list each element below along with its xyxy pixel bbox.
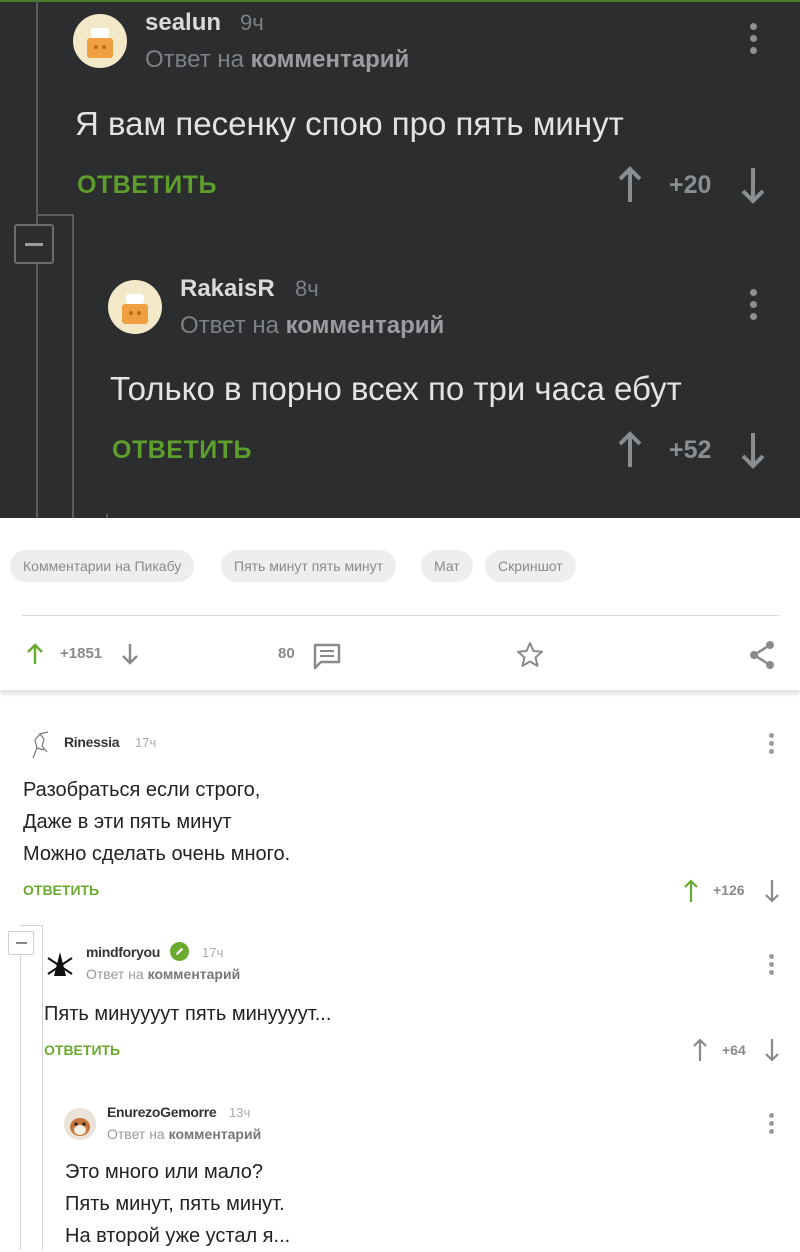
author-name[interactable]: Rinessia	[64, 734, 119, 750]
upvote-icon[interactable]	[26, 643, 44, 665]
comment-text: Разобраться если строго, Даже в эти пять…	[23, 774, 290, 870]
thread-line	[20, 955, 21, 1250]
downvote-icon[interactable]	[740, 431, 766, 469]
reply-prefix: Ответ на	[180, 312, 279, 339]
thread-branch-line	[36, 214, 72, 216]
comment-text: Это много или мало? Пять минут, пять мин…	[65, 1156, 290, 1252]
author-name[interactable]: RakaisR	[180, 275, 275, 303]
avatar[interactable]	[108, 280, 162, 334]
reply-target-link[interactable]: комментарий	[169, 1126, 262, 1142]
downvote-icon[interactable]	[764, 1038, 780, 1062]
comment-text: Я вам песенку спою про пять минут	[75, 105, 624, 142]
avatar[interactable]	[44, 948, 76, 980]
comment-line: Это много или мало?	[65, 1161, 264, 1183]
comment-score: +20	[669, 171, 712, 199]
comment-text: Пять минуууут пять минуууут...	[44, 998, 331, 1030]
comment-score: +52	[669, 436, 712, 464]
reply-to-label: Ответ на комментарий	[86, 966, 240, 982]
reply-prefix: Ответ на	[107, 1126, 165, 1142]
upvote-icon[interactable]	[683, 879, 699, 903]
reply-target-link[interactable]: комментарий	[251, 46, 410, 73]
tag-chip[interactable]: Скриншот	[485, 550, 576, 582]
author-name[interactable]: sealun	[145, 9, 221, 37]
reply-to-label: Ответ на комментарий	[180, 312, 444, 340]
tag-chip[interactable]: Комментарии на Пикабу	[10, 550, 195, 582]
thread-branch-line	[20, 925, 42, 926]
comment-line: Пять минут, пять минут.	[65, 1193, 285, 1215]
comments-icon[interactable]	[312, 642, 342, 670]
thread-line	[72, 214, 74, 518]
comment-score: +64	[722, 1042, 746, 1058]
comment-time: 9ч	[240, 10, 264, 35]
verified-pencil-icon	[170, 942, 189, 961]
share-icon[interactable]	[748, 640, 776, 670]
avatar[interactable]	[28, 730, 54, 760]
more-options-icon[interactable]	[769, 733, 775, 757]
reply-prefix: Ответ на	[86, 966, 144, 982]
comment-score: +126	[713, 882, 745, 898]
tag-chip[interactable]: Мат	[421, 550, 473, 582]
comment-line: Разобраться если строго,	[23, 779, 261, 801]
more-options-icon[interactable]	[750, 23, 758, 59]
comment-text: Только в порно всех по три часа ебут	[110, 370, 682, 407]
reply-prefix: Ответ на	[145, 46, 244, 73]
reply-button[interactable]: ОТВЕТИТЬ	[77, 171, 217, 200]
post-footer: Комментарии на Пикабу Пять минут пять ми…	[0, 518, 800, 691]
more-options-icon[interactable]	[769, 954, 775, 978]
thread-line	[42, 925, 43, 1250]
more-options-icon[interactable]	[750, 289, 758, 325]
reply-to-label: Ответ на комментарий	[145, 46, 409, 74]
star-icon[interactable]	[515, 640, 545, 670]
reply-button[interactable]: ОТВЕТИТЬ	[23, 882, 99, 898]
comment-line: На второй уже устал я...	[65, 1225, 291, 1247]
comment-line: Пять минуууут пять минуууут...	[44, 1003, 332, 1025]
avatar[interactable]	[64, 1108, 96, 1140]
comment-time: 8ч	[295, 276, 319, 301]
comment-line: Даже в эти пять минут	[23, 811, 232, 833]
collapse-thread-button[interactable]	[14, 224, 54, 264]
upvote-icon[interactable]	[692, 1038, 708, 1062]
comments-count[interactable]: 80	[278, 645, 295, 662]
top-accent-line	[0, 0, 800, 2]
tag-chip[interactable]: Пять минут пять минут	[221, 550, 397, 582]
downvote-icon[interactable]	[121, 643, 139, 665]
author-name[interactable]: EnurezoGemorre	[107, 1104, 217, 1120]
reply-button[interactable]: ОТВЕТИТЬ	[44, 1042, 120, 1058]
collapse-thread-button[interactable]	[8, 931, 34, 955]
reply-to-label: Ответ на комментарий	[107, 1126, 261, 1142]
more-options-icon[interactable]	[769, 1113, 775, 1137]
avatar[interactable]	[73, 14, 127, 68]
thread-line	[36, 264, 38, 518]
comment-time: 13ч	[229, 1105, 251, 1120]
upvote-icon[interactable]	[617, 431, 643, 469]
comment-time: 17ч	[135, 735, 157, 750]
dark-screenshot-section: sealun 9ч Ответ на комментарий Я вам пес…	[0, 0, 800, 518]
upvote-icon[interactable]	[617, 166, 643, 204]
comment-time: 17ч	[202, 945, 224, 960]
post-rating: +1851	[60, 645, 103, 662]
downvote-icon[interactable]	[740, 166, 766, 204]
downvote-icon[interactable]	[764, 879, 780, 903]
author-name[interactable]: mindforyou	[86, 944, 160, 960]
reply-target-link[interactable]: комментарий	[148, 966, 241, 982]
reply-button[interactable]: ОТВЕТИТЬ	[112, 436, 252, 465]
thread-line	[36, 0, 38, 224]
comment-line: Можно сделать очень много.	[23, 843, 291, 865]
reply-target-link[interactable]: комментарий	[286, 312, 445, 339]
divider	[22, 615, 779, 616]
